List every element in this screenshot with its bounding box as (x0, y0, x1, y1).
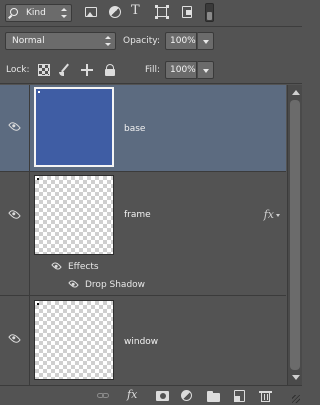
new-adjustment-icon[interactable] (181, 390, 194, 402)
visibility-column (0, 172, 30, 295)
eye-icon[interactable] (8, 120, 21, 133)
eye-icon[interactable] (8, 332, 21, 345)
fill-label: Fill: (145, 65, 161, 75)
scroll-down-icon[interactable] (292, 375, 300, 380)
layer-row-frame[interactable]: frame fx Effects Drop Shadow (0, 172, 286, 296)
layer-row-window[interactable]: window (0, 296, 286, 385)
layers-list: base frame fx Effects Drop Shadow window (0, 85, 286, 385)
fx-badge-icon[interactable]: fx (264, 208, 281, 221)
effect-drop-shadow[interactable]: Drop Shadow (85, 280, 145, 290)
type-filter-icon[interactable]: T (131, 3, 145, 18)
eye-icon[interactable] (8, 208, 21, 221)
new-group-icon[interactable] (207, 390, 220, 402)
scroll-thumb[interactable] (290, 100, 300, 370)
resize-grip-icon[interactable] (292, 395, 300, 403)
image-filter-icon[interactable] (84, 5, 98, 19)
shape-filter-icon[interactable] (155, 5, 169, 19)
trash-icon[interactable] (259, 390, 272, 402)
adjustment-filter-icon[interactable] (108, 5, 122, 19)
opacity-field[interactable]: 100% (165, 32, 197, 50)
layer-filter-bar: Kind T (0, 0, 302, 27)
filter-kind-label: Kind (26, 8, 46, 18)
scroll-up-icon[interactable] (292, 90, 300, 95)
visibility-column (0, 85, 30, 171)
filter-toggle[interactable] (205, 3, 214, 22)
layer-name[interactable]: window (124, 337, 158, 347)
layer-name[interactable]: base (124, 124, 145, 134)
drop-shadow-eye-icon[interactable] (68, 278, 79, 290)
layers-bottom-toolbar: fx (0, 385, 302, 405)
new-layer-icon[interactable] (233, 390, 246, 402)
fill-value: 100% (170, 65, 196, 75)
effects-eye-icon[interactable] (51, 260, 62, 272)
opacity-dropdown-button[interactable] (197, 32, 214, 50)
layer-name[interactable]: frame (124, 210, 151, 220)
link-layers-icon[interactable] (97, 390, 110, 402)
updown-arrows-icon (61, 8, 67, 18)
layer-row-base[interactable]: base (0, 85, 286, 172)
blend-row: Normal Opacity: 100% (0, 28, 302, 54)
fill-dropdown-button[interactable] (197, 61, 214, 79)
lock-position-icon[interactable] (81, 64, 93, 76)
layers-scrollbar[interactable] (287, 85, 302, 385)
effects-label[interactable]: Effects (68, 262, 99, 272)
add-mask-icon[interactable] (156, 390, 169, 402)
lock-row: Lock: Fill: 100% (0, 56, 302, 84)
layer-thumbnail (34, 87, 114, 167)
blend-mode-value: Normal (12, 36, 45, 46)
lock-label: Lock: (6, 65, 30, 75)
lock-image-pixels-icon[interactable] (59, 63, 71, 76)
opacity-value: 100% (170, 36, 196, 46)
fill-field[interactable]: 100% (165, 61, 197, 79)
fx-icon[interactable]: fx (127, 388, 140, 401)
lock-transparent-pixels-icon[interactable] (38, 64, 50, 76)
opacity-label: Opacity: (123, 36, 160, 46)
visibility-column (0, 296, 30, 385)
lock-all-icon[interactable] (104, 64, 116, 76)
layer-thumbnail (34, 175, 114, 255)
layer-thumbnail (34, 300, 114, 380)
updown-arrows-icon (105, 36, 111, 46)
filter-kind-select[interactable]: Kind (5, 4, 72, 22)
blend-mode-select[interactable]: Normal (5, 32, 116, 50)
smart-object-filter-icon[interactable] (180, 5, 194, 19)
